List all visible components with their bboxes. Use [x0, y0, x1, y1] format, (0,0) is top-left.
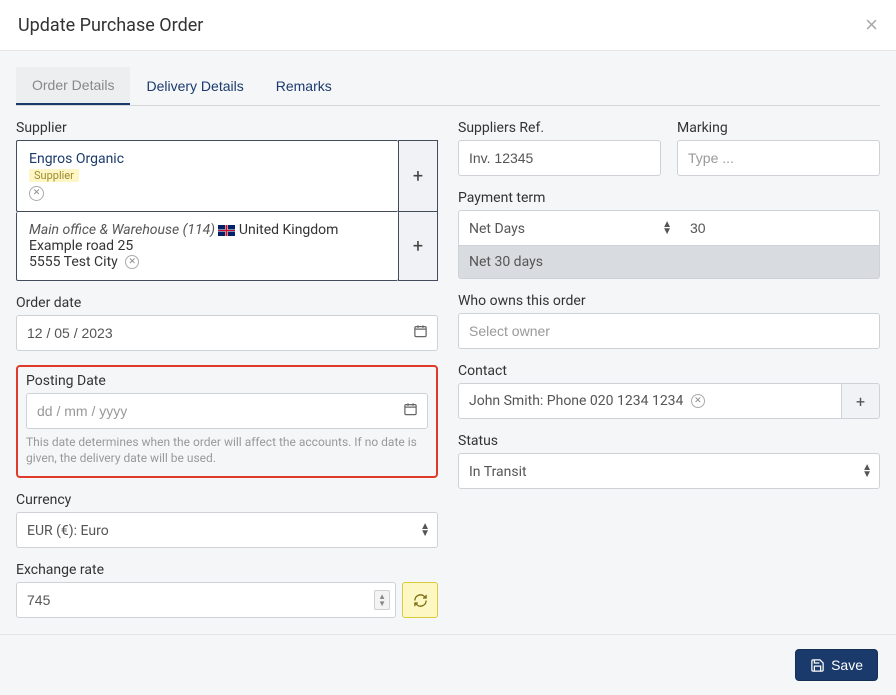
add-supplier-button[interactable]: +: [398, 140, 438, 212]
address-country: United Kingdom: [239, 222, 339, 238]
supplier-address-block[interactable]: Main office & Warehouse (114) United Kin…: [16, 212, 398, 281]
modal-footer: Save: [0, 634, 896, 695]
refresh-rate-button[interactable]: [402, 582, 438, 618]
payment-term-days-input[interactable]: [680, 210, 880, 246]
modal-update-purchase-order: Update Purchase Order × Order Details De…: [0, 0, 896, 695]
select-caret-icon: ▲▼: [420, 523, 430, 537]
tab-remarks[interactable]: Remarks: [260, 67, 348, 105]
contact-label: Contact: [458, 363, 880, 379]
right-column: Suppliers Ref. Marking Payment term Net …: [458, 120, 880, 618]
tab-delivery-details[interactable]: Delivery Details: [130, 67, 259, 105]
suppliers-ref-input[interactable]: [458, 140, 661, 176]
tab-order-details[interactable]: Order Details: [16, 67, 130, 105]
remove-contact-icon[interactable]: ✕: [691, 394, 705, 408]
field-posting-date: Posting Date This date determines when t…: [16, 365, 438, 478]
supplier-chip[interactable]: Engros Organic Supplier ✕: [16, 140, 398, 212]
supplier-badge: Supplier: [29, 169, 79, 182]
address-line1: Example road 25: [29, 238, 386, 254]
owner-label: Who owns this order: [458, 293, 880, 309]
currency-select[interactable]: EUR (€): Euro: [16, 512, 438, 548]
payment-term-label: Payment term: [458, 190, 880, 206]
payment-term-type-select[interactable]: Net Days: [458, 210, 680, 246]
select-caret-icon: ▲▼: [662, 221, 672, 235]
close-button[interactable]: ×: [865, 14, 878, 36]
order-date-input[interactable]: [16, 315, 438, 351]
field-status: Status In Transit ▲▼: [458, 433, 880, 489]
owner-input[interactable]: [458, 313, 880, 349]
address-line2: 5555 Test City: [29, 254, 118, 270]
address-title: Main office & Warehouse (114): [29, 222, 215, 238]
supplier-label: Supplier: [16, 120, 438, 136]
contact-input[interactable]: John Smith: Phone 020 1234 1234 ✕: [458, 383, 842, 419]
field-order-date: Order date: [16, 295, 438, 351]
field-currency: Currency EUR (€): Euro ▲▼: [16, 492, 438, 548]
save-button[interactable]: Save: [795, 649, 878, 681]
add-address-button[interactable]: +: [398, 212, 438, 281]
marking-label: Marking: [677, 120, 880, 136]
field-supplier: Supplier Engros Organic Supplier ✕ + Mai…: [16, 120, 438, 281]
posting-date-help: This date determines when the order will…: [26, 434, 428, 466]
field-marking: Marking: [677, 120, 880, 176]
order-date-label: Order date: [16, 295, 438, 311]
modal-title: Update Purchase Order: [18, 15, 203, 36]
posting-date-input[interactable]: [26, 393, 428, 429]
modal-header: Update Purchase Order ×: [0, 0, 896, 51]
modal-body: Order Details Delivery Details Remarks S…: [0, 51, 896, 634]
field-payment-term: Payment term Net Days ▲▼ Net 30 days: [458, 190, 880, 279]
uk-flag-icon: [218, 225, 235, 236]
field-contact: Contact John Smith: Phone 020 1234 1234 …: [458, 363, 880, 419]
posting-date-label: Posting Date: [26, 373, 428, 389]
remove-address-icon[interactable]: ✕: [125, 255, 139, 269]
select-caret-icon: ▲▼: [862, 464, 872, 478]
field-owner: Who owns this order: [458, 293, 880, 349]
field-suppliers-ref: Suppliers Ref.: [458, 120, 661, 176]
calendar-icon[interactable]: [413, 324, 428, 343]
add-contact-button[interactable]: +: [842, 383, 880, 419]
calendar-icon[interactable]: [403, 402, 418, 421]
supplier-name: Engros Organic: [29, 151, 386, 167]
status-select[interactable]: In Transit: [458, 453, 880, 489]
currency-label: Currency: [16, 492, 438, 508]
payment-term-display: Net 30 days: [458, 246, 880, 279]
remove-supplier-icon[interactable]: ✕: [29, 186, 44, 201]
field-exchange-rate: Exchange rate ▲▼: [16, 562, 438, 618]
exchange-rate-label: Exchange rate: [16, 562, 438, 578]
marking-input[interactable]: [677, 140, 880, 176]
suppliers-ref-label: Suppliers Ref.: [458, 120, 661, 136]
status-label: Status: [458, 433, 880, 449]
save-icon: [810, 658, 825, 673]
tabs: Order Details Delivery Details Remarks: [16, 67, 880, 106]
exchange-rate-input[interactable]: [16, 582, 396, 618]
number-spinner-icon[interactable]: ▲▼: [374, 590, 390, 610]
left-column: Supplier Engros Organic Supplier ✕ + Mai…: [16, 120, 438, 618]
